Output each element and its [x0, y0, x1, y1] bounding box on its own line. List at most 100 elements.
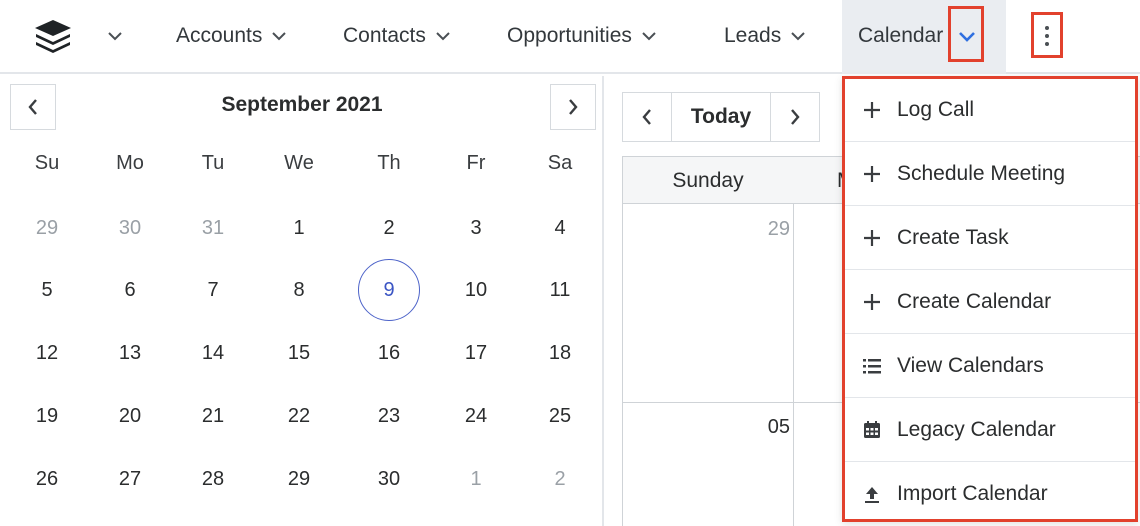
mini-calendar-day[interactable]: 25 [530, 394, 590, 438]
mini-calendar-day[interactable]: 31 [183, 206, 243, 250]
mini-calendar-day[interactable]: 16 [359, 331, 419, 375]
top-navigation: Accounts Contacts Opportunities Leads Ca… [0, 0, 1140, 74]
mini-calendar-day[interactable]: 24 [446, 394, 506, 438]
menu-item-label: Legacy Calendar [897, 417, 1056, 441]
weekday-label: Mo [116, 152, 144, 174]
nav-leads-label: Leads [724, 24, 782, 47]
mini-calendar-day[interactable]: 30 [100, 206, 160, 250]
menu-item-label: Log Call [897, 97, 975, 121]
menu-item-label: View Calendars [897, 353, 1044, 377]
nav-contacts-label: Contacts [343, 24, 426, 47]
mini-calendar-day[interactable]: 27 [100, 457, 160, 501]
nav-calendar-label: Calendar [858, 24, 944, 47]
mini-calendar-day[interactable]: 14 [183, 331, 243, 375]
mini-calendar-day[interactable]: 8 [269, 268, 329, 312]
menu-item-schedule-meeting[interactable]: Schedule Meeting [845, 142, 1135, 206]
menu-item-label: Create Calendar [897, 289, 1052, 313]
mini-calendar-day[interactable]: 4 [530, 206, 590, 250]
more-actions-kebab-icon[interactable] [1036, 16, 1058, 56]
menu-item-label: Schedule Meeting [897, 161, 1066, 185]
upload-icon [861, 483, 883, 505]
chevron-down-icon [436, 32, 450, 41]
nav-opportunities[interactable]: Opportunities [507, 16, 656, 56]
mini-calendar-day[interactable]: 18 [530, 331, 590, 375]
mini-calendar-day[interactable]: 30 [359, 457, 419, 501]
weekday-label: Fr [466, 152, 486, 174]
plus-icon [861, 99, 883, 121]
mini-calendar-day[interactable]: 1 [446, 457, 506, 501]
mini-calendar-month-title: September 2021 [221, 93, 383, 116]
mini-calendar-day[interactable]: 29 [269, 457, 329, 501]
mini-calendar-day[interactable]: 6 [100, 268, 160, 312]
weekday-label: Su [34, 152, 60, 174]
grid-divider [793, 204, 794, 526]
menu-item-legacy-calendar[interactable]: Legacy Calendar [845, 398, 1135, 462]
mini-calendar-day[interactable]: 7 [183, 268, 243, 312]
menu-item-label: Import Calendar [897, 482, 1048, 505]
chevron-right-icon [791, 109, 800, 125]
today-button[interactable]: Today [672, 92, 770, 142]
nav-opportunities-label: Opportunities [507, 24, 632, 47]
mini-calendar-day[interactable]: 19 [17, 394, 77, 438]
mini-calendar-next-button[interactable] [550, 84, 596, 130]
mini-calendar-day[interactable]: 9 [359, 268, 419, 312]
mini-calendar-day[interactable]: 5 [17, 268, 77, 312]
menu-item-create-task[interactable]: Create Task [845, 206, 1135, 270]
mini-calendar-day[interactable]: 21 [183, 394, 243, 438]
list-icon [861, 355, 883, 377]
menu-item-label: Create Task [897, 225, 1009, 249]
menu-item-view-calendars[interactable]: View Calendars [845, 334, 1135, 398]
mini-calendar-prev-button[interactable] [10, 84, 56, 130]
mini-calendar-day[interactable]: 1 [269, 206, 329, 250]
mini-calendar-day[interactable]: 17 [446, 331, 506, 375]
weekday-label: Th [377, 152, 401, 174]
weekday-label: Tu [201, 152, 225, 174]
mini-calendar-day[interactable]: 11 [530, 268, 590, 312]
chevron-right-icon [569, 99, 578, 115]
mini-calendar-day[interactable]: 12 [17, 331, 77, 375]
mini-calendar-day[interactable]: 10 [446, 268, 506, 312]
chevron-down-icon [272, 32, 287, 41]
chevron-left-icon [642, 109, 651, 125]
main-calendar-toolbar: Today [622, 92, 820, 142]
mini-calendar-day[interactable]: 3 [446, 206, 506, 250]
chevron-left-icon [28, 99, 37, 115]
nav-contacts[interactable]: Contacts [343, 16, 450, 56]
mini-calendar-day[interactable]: 15 [269, 331, 329, 375]
nav-accounts[interactable]: Accounts [176, 16, 287, 56]
chevron-down-icon [642, 32, 656, 41]
mini-calendar-day[interactable]: 28 [183, 457, 243, 501]
main-calendar-next-button[interactable] [770, 92, 820, 142]
main-calendar-prev-button[interactable] [622, 92, 672, 142]
weekday-label: We [284, 152, 314, 174]
logo-menu-chevron[interactable] [108, 16, 122, 56]
mini-calendar-day[interactable]: 23 [359, 394, 419, 438]
menu-item-log-call[interactable]: Log Call [845, 78, 1135, 142]
grid-cell-date[interactable]: 29 [768, 218, 790, 241]
calendar-icon [861, 419, 883, 441]
mini-calendar-day[interactable]: 29 [17, 206, 77, 250]
chevron-down-icon [108, 32, 122, 41]
logo-icon[interactable] [33, 18, 73, 54]
nav-accounts-label: Accounts [176, 24, 263, 47]
grid-cell-date[interactable]: 05 [768, 416, 790, 439]
mini-calendar-day[interactable]: 20 [100, 394, 160, 438]
calendar-actions-dropdown: Log Call Schedule Meeting Create Task Cr… [842, 76, 1138, 522]
menu-item-import-calendar[interactable]: Import Calendar [845, 462, 1135, 526]
nav-leads[interactable]: Leads [724, 16, 805, 56]
mini-calendar-day[interactable]: 2 [530, 457, 590, 501]
plus-icon [861, 227, 883, 249]
column-header-sunday: Sunday [672, 169, 744, 192]
mini-calendar-day[interactable]: 22 [269, 394, 329, 438]
nav-calendar[interactable]: Calendar [858, 16, 943, 56]
mini-calendar-day[interactable]: 2 [359, 206, 419, 250]
menu-item-create-calendar[interactable]: Create Calendar [845, 270, 1135, 334]
weekday-label: Sa [547, 152, 573, 174]
chevron-down-icon [791, 32, 805, 41]
chevron-down-icon [959, 32, 975, 42]
plus-icon [861, 163, 883, 185]
mini-calendar-day[interactable]: 26 [17, 457, 77, 501]
mini-calendar-day[interactable]: 13 [100, 331, 160, 375]
plus-icon [861, 291, 883, 313]
calendar-menu-chevron[interactable] [948, 6, 984, 62]
